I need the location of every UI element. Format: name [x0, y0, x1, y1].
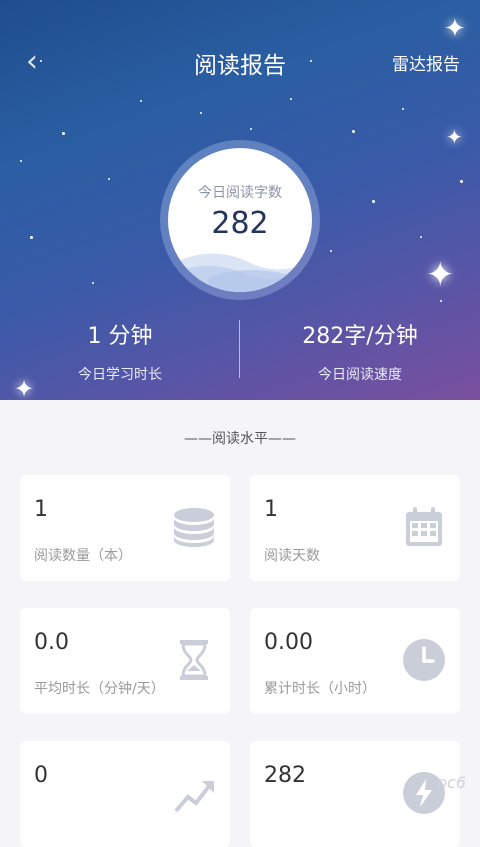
star — [250, 128, 252, 130]
stat-card-6: 282 — [250, 741, 460, 847]
stat-card-5: 0 — [20, 741, 230, 847]
star — [352, 130, 355, 133]
radar-report-link[interactable]: 雷达报告 — [392, 50, 460, 75]
today-words-card: 今日阅读字数 282 — [168, 148, 312, 292]
card-label: 累计时长（小时） — [264, 678, 376, 698]
star — [140, 100, 142, 102]
stack-icon — [172, 505, 216, 549]
hourglass-icon — [172, 638, 216, 682]
card-label: 平均时长（分钟/天） — [34, 678, 165, 698]
star — [420, 236, 422, 238]
star — [290, 98, 292, 100]
star — [440, 300, 442, 302]
report-hero: ✦ ✦ ✦ ✦ ‹ 阅读报告 雷达报告 今日阅读字数 282 1 分钟 今日学习… — [0, 0, 480, 400]
calendar-icon — [402, 505, 446, 549]
read-speed-label: 今日阅读速度 — [240, 364, 480, 384]
card-label: 阅读天数 — [264, 545, 320, 565]
trend-icon — [172, 771, 216, 815]
star — [372, 200, 375, 203]
study-time-value: 1 分钟 — [0, 318, 240, 350]
card-value: 282 — [264, 763, 306, 788]
star — [62, 132, 65, 135]
star — [20, 160, 22, 162]
study-time-label: 今日学习时长 — [0, 364, 240, 384]
star — [460, 180, 463, 183]
star — [200, 112, 202, 114]
stat-card-total-time: 0.00 累计时长（小时） — [250, 608, 460, 714]
card-label: 阅读数量（本） — [34, 545, 132, 565]
card-value: 0.00 — [264, 630, 313, 655]
card-value: 1 — [34, 497, 48, 522]
star — [108, 178, 110, 180]
stat-card-books: 1 阅读数量（本） — [20, 475, 230, 581]
star — [330, 250, 332, 252]
clock-icon — [402, 638, 446, 682]
sparkle-icon: ✦ — [426, 258, 455, 292]
today-read-speed: 282字/分钟 今日阅读速度 — [240, 318, 480, 384]
star — [402, 108, 404, 110]
section-title: ——阅读水平—— — [0, 428, 480, 448]
sparkle-icon: ✦ — [446, 120, 463, 154]
card-value: 1 — [264, 497, 278, 522]
stat-card-days: 1 阅读天数 — [250, 475, 460, 581]
today-study-time: 1 分钟 今日学习时长 — [0, 318, 240, 384]
card-value: 0.0 — [34, 630, 69, 655]
watermark: pc6 — [437, 773, 466, 792]
star — [92, 282, 94, 284]
wave-decoration — [168, 232, 312, 292]
read-speed-value: 282字/分钟 — [240, 318, 480, 350]
today-words-label: 今日阅读字数 — [168, 182, 312, 202]
card-value: 0 — [34, 763, 48, 788]
top-bar: ‹ 阅读报告 雷达报告 — [0, 40, 480, 84]
stat-card-avg-time: 0.0 平均时长（分钟/天） — [20, 608, 230, 714]
star — [30, 236, 33, 239]
today-words-dial: 今日阅读字数 282 — [160, 140, 320, 300]
